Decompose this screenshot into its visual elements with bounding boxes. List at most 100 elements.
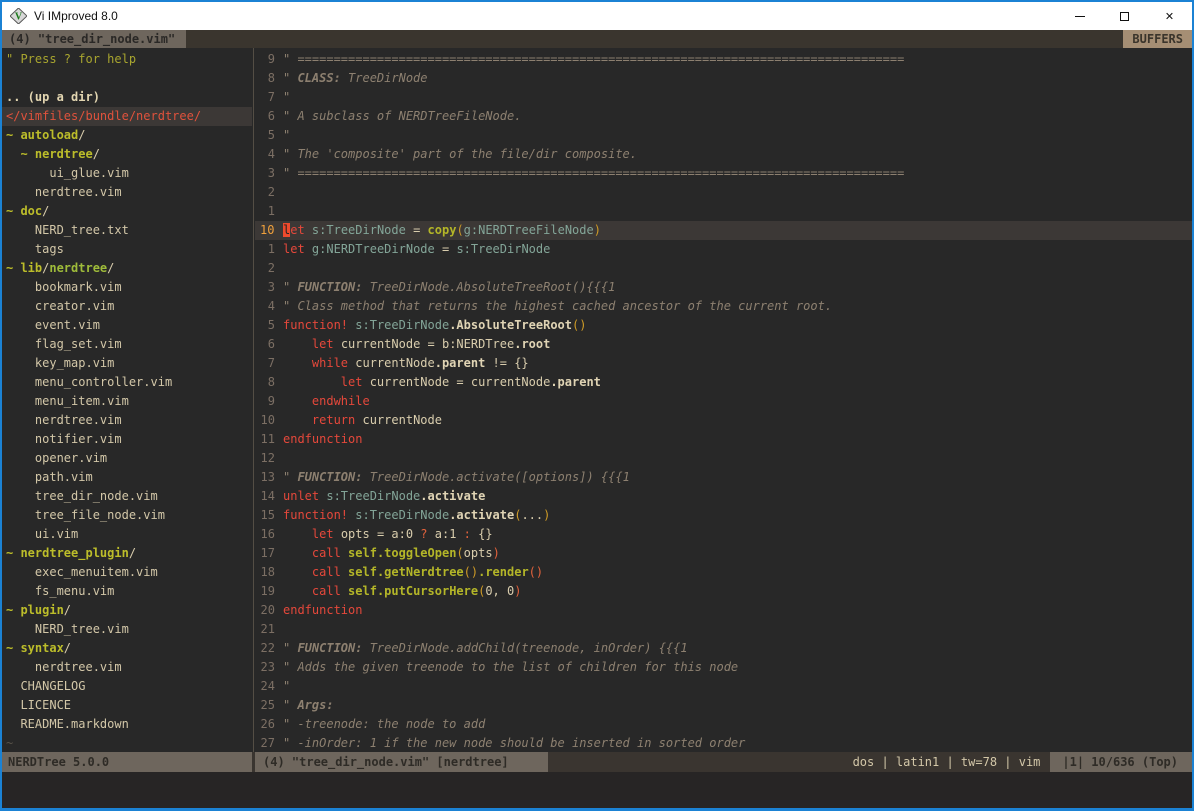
minimize-button[interactable] [1057,2,1102,30]
code-line[interactable]: 26" -treenode: the node to add [255,715,1192,734]
code-line[interactable]: 2 [255,183,1192,202]
tree-item[interactable]: nerdtree.vim [2,658,252,677]
code-line[interactable]: 6" A subclass of NERDTreeFileNode. [255,107,1192,126]
tree-item[interactable]: ui_glue.vim [2,164,252,183]
code-line[interactable]: 27" -inOrder: 1 if the new node should b… [255,734,1192,752]
code-line[interactable]: 19 call self.putCursorHere(0, 0) [255,582,1192,601]
tree-item[interactable]: .. (up a dir) [2,88,252,107]
line-number: 2 [255,183,283,202]
code-line[interactable]: 8 let currentNode = currentNode.parent [255,373,1192,392]
tree-item[interactable]: ui.vim [2,525,252,544]
line-number: 6 [255,335,283,354]
tree-item[interactable]: menu_item.vim [2,392,252,411]
command-line[interactable] [2,772,1192,808]
minimize-icon [1075,16,1085,17]
tree-item[interactable]: bookmark.vim [2,278,252,297]
code-line[interactable]: 5" [255,126,1192,145]
tab-tree-dir-node[interactable]: (4) "tree_dir_node.vim" [2,30,186,48]
code-line[interactable]: 4" The 'composite' part of the file/dir … [255,145,1192,164]
tree-item[interactable]: tree_file_node.vim [2,506,252,525]
code-line[interactable]: 2 [255,259,1192,278]
line-text: call self.putCursorHere(0, 0) [283,582,1192,601]
tree-item[interactable]: notifier.vim [2,430,252,449]
window-title: Vi IMproved 8.0 [34,7,118,26]
code-line[interactable]: 17 call self.toggleOpen(opts) [255,544,1192,563]
window-vertical-separator[interactable] [252,48,255,752]
code-line[interactable]: 11endfunction [255,430,1192,449]
code-line[interactable]: 6 let currentNode = b:NERDTree.root [255,335,1192,354]
tree-item[interactable]: flag_set.vim [2,335,252,354]
tree-item[interactable]: NERD_tree.txt [2,221,252,240]
tree-item[interactable]: README.markdown [2,715,252,734]
code-line[interactable]: 14unlet s:TreeDirNode.activate [255,487,1192,506]
code-line[interactable]: 10 return currentNode [255,411,1192,430]
tree-item[interactable]: LICENCE [2,696,252,715]
tree-item[interactable]: ~ [2,734,252,752]
tree-item[interactable]: ~ plugin/ [2,601,252,620]
line-number: 3 [255,164,283,183]
code-line[interactable]: 25" Args: [255,696,1192,715]
code-line[interactable]: 16 let opts = a:0 ? a:1 : {} [255,525,1192,544]
tree-item[interactable]: exec_menuitem.vim [2,563,252,582]
line-text: unlet s:TreeDirNode.activate [283,487,1192,506]
tree-item[interactable]: event.vim [2,316,252,335]
line-number: 7 [255,354,283,373]
tree-item[interactable]: ~ nerdtree/ [2,145,252,164]
tree-item[interactable]: nerdtree.vim [2,183,252,202]
tree-item[interactable]: ~ lib/nerdtree/ [2,259,252,278]
line-text: function! s:TreeDirNode.activate(...) [283,506,1192,525]
line-text: " ======================================… [283,50,1192,69]
tree-item[interactable]: key_map.vim [2,354,252,373]
tree-item[interactable]: CHANGELOG [2,677,252,696]
code-line[interactable]: 13" FUNCTION: TreeDirNode.activate([opti… [255,468,1192,487]
maximize-button[interactable] [1102,2,1147,30]
code-line[interactable]: 1 [255,202,1192,221]
tree-item[interactable]: ~ autoload/ [2,126,252,145]
tree-item[interactable]: tree_dir_node.vim [2,487,252,506]
code-line[interactable]: 8" CLASS: TreeDirNode [255,69,1192,88]
code-line[interactable]: 3" FUNCTION: TreeDirNode.AbsoluteTreeRoo… [255,278,1192,297]
line-number: 25 [255,696,283,715]
tree-item[interactable]: ~ nerdtree_plugin/ [2,544,252,563]
tree-item[interactable]: creator.vim [2,297,252,316]
code-line[interactable]: 5function! s:TreeDirNode.AbsoluteTreeRoo… [255,316,1192,335]
close-button[interactable]: ✕ [1147,2,1192,30]
code-line[interactable]: 23" Adds the given treenode to the list … [255,658,1192,677]
code-line[interactable]: 3" =====================================… [255,164,1192,183]
code-line[interactable]: 7 while currentNode.parent != {} [255,354,1192,373]
statusline-info: dos | latin1 | tw=78 | vim [548,752,1050,772]
code-line-current[interactable]: 10let s:TreeDirNode = copy(g:NERDTreeFil… [255,221,1192,240]
tree-item[interactable]: </vimfiles/bundle/nerdtree/ [2,107,252,126]
code-line[interactable]: 18 call self.getNerdtree().render() [255,563,1192,582]
code-line[interactable]: 21 [255,620,1192,639]
code-line[interactable]: 24" [255,677,1192,696]
tree-item[interactable]: fs_menu.vim [2,582,252,601]
code-line[interactable]: 20endfunction [255,601,1192,620]
tree-item[interactable]: ~ doc/ [2,202,252,221]
line-text [283,620,1192,639]
tree-item[interactable]: nerdtree.vim [2,411,252,430]
tree-item[interactable]: menu_controller.vim [2,373,252,392]
line-number: 23 [255,658,283,677]
code-line[interactable]: 12 [255,449,1192,468]
code-line[interactable]: 22" FUNCTION: TreeDirNode.addChild(treen… [255,639,1192,658]
tree-item[interactable]: opener.vim [2,449,252,468]
code-line[interactable]: 7" [255,88,1192,107]
tree-item[interactable]: " Press ? for help [2,50,252,69]
line-number: 13 [255,468,283,487]
code-line[interactable]: 4" Class method that returns the highest… [255,297,1192,316]
code-line[interactable]: 9" =====================================… [255,50,1192,69]
tree-item[interactable]: path.vim [2,468,252,487]
line-text: " [283,88,1192,107]
line-text: while currentNode.parent != {} [283,354,1192,373]
code-line[interactable]: 9 endwhile [255,392,1192,411]
line-text: " CLASS: TreeDirNode [283,69,1192,88]
tree-item[interactable]: tags [2,240,252,259]
code-line[interactable]: 1let g:NERDTreeDirNode = s:TreeDirNode [255,240,1192,259]
line-text: function! s:TreeDirNode.AbsoluteTreeRoot… [283,316,1192,335]
code-line[interactable]: 15function! s:TreeDirNode.activate(...) [255,506,1192,525]
tree-item[interactable]: ~ syntax/ [2,639,252,658]
line-number: 7 [255,88,283,107]
tree-item[interactable] [2,69,252,88]
tree-item[interactable]: NERD_tree.vim [2,620,252,639]
